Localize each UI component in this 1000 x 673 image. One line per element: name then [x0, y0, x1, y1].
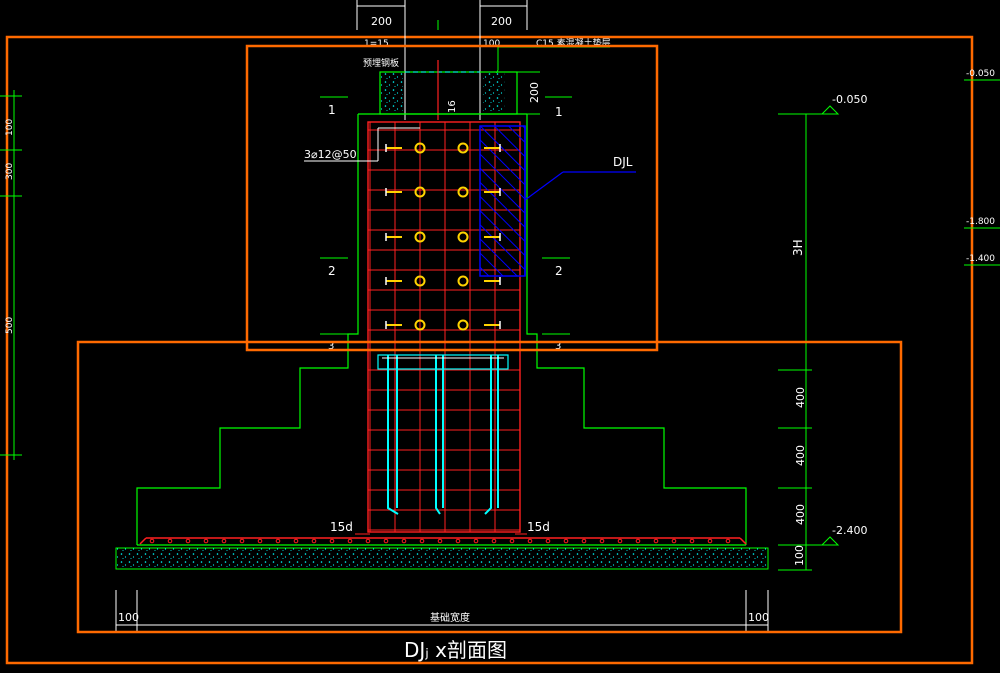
top-note-left: 1=15 [364, 39, 389, 49]
dim-marker: 16 [447, 100, 458, 113]
anchor-len-left: 15d [330, 520, 353, 534]
slab-bar-dot [293, 538, 299, 544]
bolt-circle [457, 275, 469, 287]
slab-bar-dot [383, 538, 389, 544]
slab-bar-dot [347, 538, 353, 544]
cap-hatch-right [483, 73, 505, 113]
plate-height: 200 [528, 82, 541, 103]
slab-bar-dot [545, 538, 551, 544]
bottom-dim-left: 100 [118, 611, 139, 624]
anchor-len-right: 15d [527, 520, 550, 534]
left-dim-300: 300 [5, 163, 15, 180]
slab-bar-dot [527, 538, 533, 544]
slab-bar-dot [365, 538, 371, 544]
elev-top: -0.050 [832, 93, 867, 106]
right-dimension-chain: 3H 400 400 400 100 -0.050 -2.400 [778, 93, 867, 571]
column-cap: 预埋钢板 200 16 [363, 57, 541, 120]
section-mark-2-right: 2 [555, 264, 563, 278]
bolt-circle [457, 231, 469, 243]
slab-bar-dot [725, 538, 731, 544]
bolt-circle [457, 319, 469, 331]
dim-100: 100 [793, 545, 806, 566]
dim-400-b: 400 [794, 445, 807, 466]
dim-3h: 3H [791, 239, 805, 256]
slab-bar-dot [221, 538, 227, 544]
slab-bar-dot [491, 538, 497, 544]
slab-bar-dot [473, 538, 479, 544]
left-dim-500: 500 [5, 317, 15, 334]
slab-bar-dot [419, 538, 425, 544]
slab-bar-dot [311, 538, 317, 544]
slab-bar-dot [401, 538, 407, 544]
slab-bar-dot [635, 538, 641, 544]
elev-bottom: -2.400 [832, 524, 867, 537]
left-dim-100: 100 [5, 119, 15, 136]
djl-label: DJL [613, 155, 633, 169]
dim-400-c: 400 [794, 504, 807, 525]
slab-bar-dot [275, 538, 281, 544]
top-dim-left: 200 [371, 15, 392, 28]
cad-drawing-canvas: 200 200 1=15 100 C15 素混凝土垫层 预埋钢板 200 16 … [0, 0, 1000, 665]
slab-bar-dot [563, 538, 569, 544]
left-dimension-chain: 100 300 500 [0, 90, 22, 460]
top-dim-right: 200 [491, 15, 512, 28]
slab-bar-dot [149, 538, 155, 544]
slab-bar-dot [185, 538, 191, 544]
slab-bar-dot [167, 538, 173, 544]
section-mark-1-left: 1 [328, 103, 336, 117]
section-mark-1-right: 1 [555, 105, 563, 119]
bottom-dimension: 100 100 基础宽度 [115, 590, 769, 632]
edge-elev-1: -0.050 [966, 69, 995, 79]
slab-bar-dot [329, 538, 335, 544]
slab-bar-dot [617, 538, 623, 544]
edge-elevations: -0.050 -1.800 -1.400 [964, 69, 1000, 266]
plate-label: 预埋钢板 [363, 57, 399, 69]
edge-elev-2: -1.800 [966, 217, 995, 227]
dim-400-a: 400 [794, 387, 807, 408]
highlight-box-footing [76, 340, 903, 634]
slab-bar-dot [455, 538, 461, 544]
section-mark-2-left: 2 [328, 264, 336, 278]
footing-step-right [526, 114, 747, 545]
slab-bar-dot [581, 538, 587, 544]
slab-bar-dot [257, 538, 263, 544]
slab-bar-dot [653, 538, 659, 544]
slab-bar-dot [239, 538, 245, 544]
slab-bar-dot [671, 538, 677, 544]
bottom-dim-center: 基础宽度 [430, 611, 470, 624]
slab-bar-dot [689, 538, 695, 544]
slab-bar-dot [509, 538, 515, 544]
bolt-circle [457, 186, 469, 198]
rebar-note: 3⌀12@50 [304, 148, 357, 161]
slab-bar-dot [437, 538, 443, 544]
djl-zone: DJL [479, 125, 636, 277]
edge-elev-3: -1.400 [966, 254, 995, 264]
slab-bar-dot [599, 538, 605, 544]
concrete-bed [115, 547, 769, 570]
rebar-callout: 3⌀12@50 [304, 127, 420, 162]
bottom-dim-right: 100 [748, 611, 769, 624]
bolt-circle [457, 142, 469, 154]
drawing-title: DJⱼ x剖面图 [404, 638, 507, 662]
slab-bar-dot [707, 538, 713, 544]
cap-hatch-left [381, 73, 403, 113]
slab-bar-dot [203, 538, 209, 544]
highlight-box-column [245, 44, 659, 352]
